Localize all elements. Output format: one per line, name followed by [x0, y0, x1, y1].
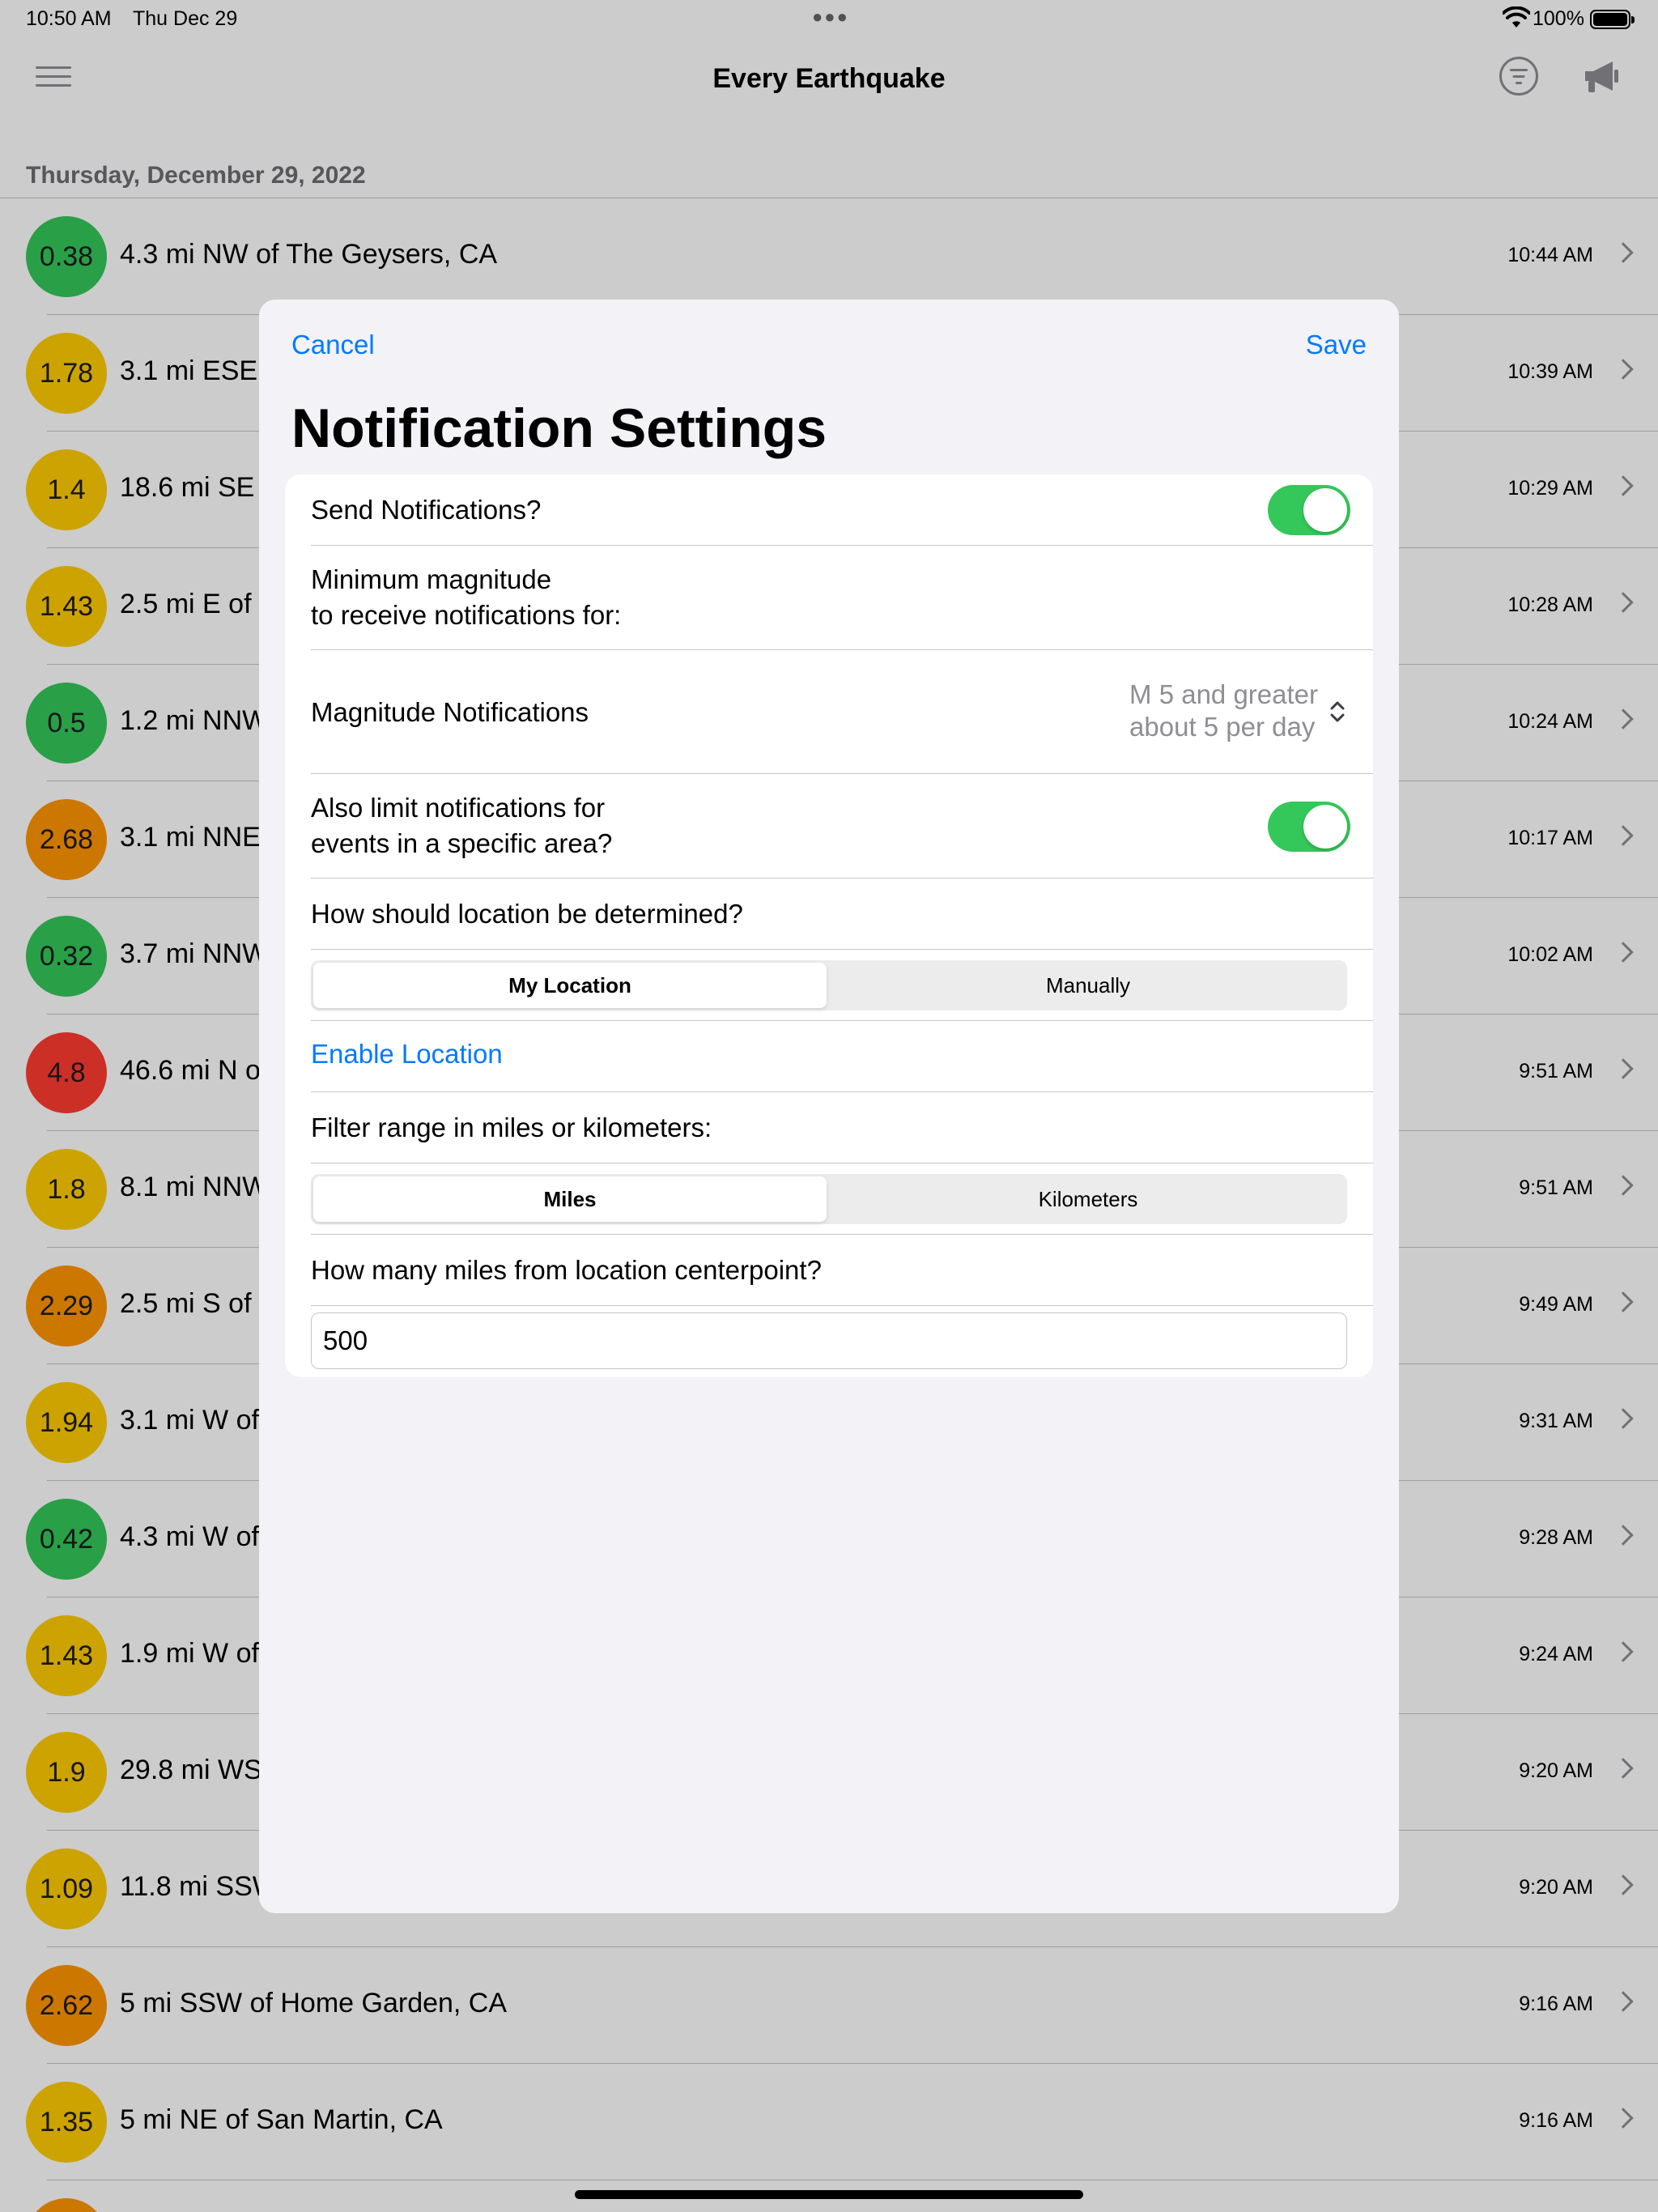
limit-area-toggle[interactable] — [1268, 802, 1350, 852]
min-magnitude-label-line2: to receive notifications for: — [311, 600, 622, 630]
units-label: Filter range in miles or kilometers: — [311, 1112, 712, 1142]
magnitude-picker-value-line1: M 5 and greater — [1129, 679, 1318, 709]
enable-location-button[interactable]: Enable Location — [311, 1039, 503, 1070]
units-segmented-row: Miles Kilometers — [285, 1163, 1373, 1235]
segment-my-location[interactable]: My Location — [313, 963, 827, 1008]
distance-label: How many miles from location centerpoint… — [311, 1255, 822, 1285]
units-segmented-control: Miles Kilometers — [311, 1174, 1347, 1224]
location-segmented-row: My Location Manually — [285, 950, 1373, 1021]
segment-miles[interactable]: Miles — [313, 1176, 827, 1222]
save-button[interactable]: Save — [1306, 330, 1367, 360]
magnitude-picker-row[interactable]: Magnitude Notifications M 5 and greater … — [285, 650, 1373, 774]
min-magnitude-label-line1: Minimum magnitude — [311, 564, 552, 594]
units-row: Filter range in miles or kilometers: — [285, 1092, 1373, 1163]
settings-form: Send Notifications? Minimum magnitude to… — [285, 474, 1373, 1377]
notification-settings-sheet: Cancel Save Notification Settings Send N… — [259, 300, 1399, 1913]
limit-area-row: Also limit notifications for events in a… — [285, 774, 1373, 878]
magnitude-picker-label: Magnitude Notifications — [311, 697, 589, 727]
distance-input[interactable] — [311, 1312, 1347, 1369]
min-magnitude-row: Minimum magnitude to receive notificatio… — [285, 546, 1373, 650]
location-method-label: How should location be determined? — [311, 899, 743, 929]
location-segmented-control: My Location Manually — [311, 960, 1347, 1010]
limit-area-label-line1: Also limit notifications for — [311, 793, 606, 823]
location-method-row: How should location be determined? — [285, 878, 1373, 950]
magnitude-picker-value[interactable]: M 5 and greater about 5 per day — [1129, 678, 1318, 743]
limit-area-label-line2: events in a specific area? — [311, 828, 613, 858]
send-notifications-label: Send Notifications? — [311, 495, 542, 525]
magnitude-picker-value-line2: about 5 per day — [1129, 712, 1316, 742]
enable-location-row[interactable]: Enable Location — [285, 1021, 1373, 1092]
distance-input-row — [285, 1306, 1373, 1377]
send-notifications-toggle[interactable] — [1268, 485, 1350, 535]
segment-kilometers[interactable]: Kilometers — [831, 1176, 1345, 1222]
sheet-title: Notification Settings — [291, 398, 827, 459]
cancel-button[interactable]: Cancel — [291, 330, 375, 360]
segment-manually[interactable]: Manually — [831, 963, 1345, 1008]
chevron-up-down-icon — [1330, 701, 1345, 722]
home-indicator[interactable] — [575, 2190, 1083, 2199]
distance-row: How many miles from location centerpoint… — [285, 1235, 1373, 1306]
send-notifications-row: Send Notifications? — [285, 474, 1373, 546]
